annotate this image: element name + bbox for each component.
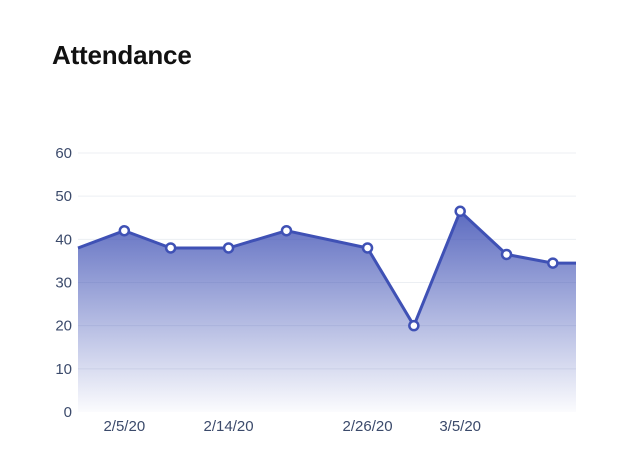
data-point-2/26/20 [361, 242, 374, 254]
data-point-2/19/20 [280, 224, 293, 237]
data-point-3/13/20 [547, 257, 559, 269]
data-point-2/9/20 [164, 242, 177, 254]
y-tick-label-0: 0 [64, 404, 72, 421]
data-point-3/1/20 [408, 319, 420, 332]
x-tick-label-2/5/20: 2/5/20 [103, 418, 145, 435]
data-point-3/5/20 [454, 205, 466, 218]
data-point-2/5/20 [118, 224, 131, 237]
y-tick-label-30: 30 [55, 275, 72, 292]
y-tick-label-50: 50 [55, 188, 72, 205]
y-tick-label-60: 60 [55, 145, 72, 162]
data-point-3/9/20 [500, 248, 513, 261]
x-tick-label-3/5/20: 3/5/20 [439, 418, 481, 435]
chart-card: Attendance 0 10 20 30 40 50 60 2/5/20 2/14/20 2/2… [0, 0, 632, 475]
x-tick-label-2/26/20: 2/26/20 [343, 418, 393, 435]
x-tick-label-2/14/20: 2/14/20 [204, 418, 254, 435]
y-tick-label-10: 10 [55, 361, 72, 378]
x-axis-labels: 2/5/20 2/14/20 2/26/20 3/5/20 [103, 418, 481, 435]
attendance-area-chart: 0 10 20 30 40 50 60 2/5/20 2/14/20 2/26/20 3/5/20 [55, 145, 576, 435]
y-axis-labels: 0 10 20 30 40 50 60 [55, 145, 72, 421]
y-tick-label-40: 40 [55, 231, 72, 248]
y-tick-label-20: 20 [55, 318, 72, 335]
data-point-2/14/20 [222, 242, 235, 254]
